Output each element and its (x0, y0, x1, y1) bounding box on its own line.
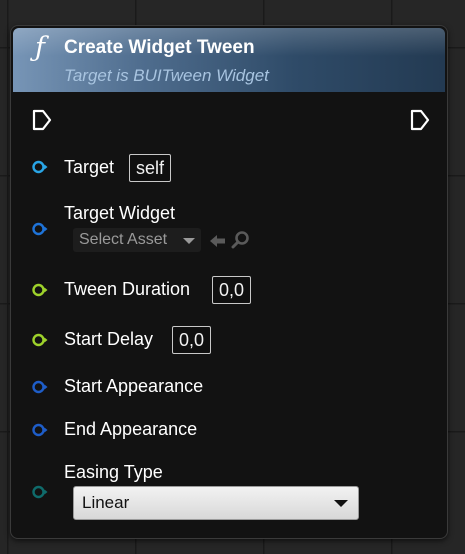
create-widget-tween-node[interactable]: ƒ Create Widget Tween Target is BUITween… (10, 25, 448, 539)
tween-duration-pin-icon[interactable] (32, 283, 48, 297)
easing-type-pin-icon[interactable] (32, 485, 48, 499)
start-appearance-label: Start Appearance (64, 376, 204, 396)
node-title: Create Widget Tween (64, 37, 255, 58)
easing-type-label: Easing Type (64, 462, 163, 482)
target-value-field[interactable]: self (129, 154, 172, 182)
end-appearance-pin-icon[interactable] (32, 423, 48, 437)
start-appearance-pin-icon[interactable] (32, 380, 48, 394)
target-pin-icon[interactable] (32, 160, 48, 174)
exec-out-pin-icon[interactable] (410, 109, 430, 131)
function-icon: ƒ (35, 32, 45, 63)
target-label: Target (64, 157, 115, 177)
easing-type-dropdown[interactable]: Linear (73, 486, 359, 520)
chevron-down-icon (183, 238, 195, 244)
start-delay-label: Start Delay (64, 329, 154, 349)
target-widget-pin-icon[interactable] (32, 222, 48, 236)
tween-duration-field[interactable]: 0,0 (212, 276, 252, 304)
node-subtitle: Target is BUITween Widget (64, 66, 269, 85)
start-delay-pin-icon[interactable] (32, 333, 48, 347)
select-asset-dropdown[interactable]: Select Asset (73, 228, 201, 252)
browse-asset-search-icon[interactable] (231, 230, 251, 250)
end-appearance-label: End Appearance (64, 419, 198, 439)
select-asset-label: Select Asset (79, 231, 168, 248)
easing-type-value: Linear (82, 493, 130, 512)
start-delay-field[interactable]: 0,0 (172, 326, 212, 354)
tween-duration-label: Tween Duration (64, 279, 191, 299)
chevron-down-icon (334, 500, 348, 507)
exec-in-pin-icon[interactable] (32, 109, 52, 131)
target-widget-label: Target Widget (64, 203, 176, 223)
node-header[interactable]: ƒ Create Widget Tween Target is BUITween… (13, 28, 445, 92)
use-selected-asset-arrow-icon[interactable] (208, 231, 228, 251)
